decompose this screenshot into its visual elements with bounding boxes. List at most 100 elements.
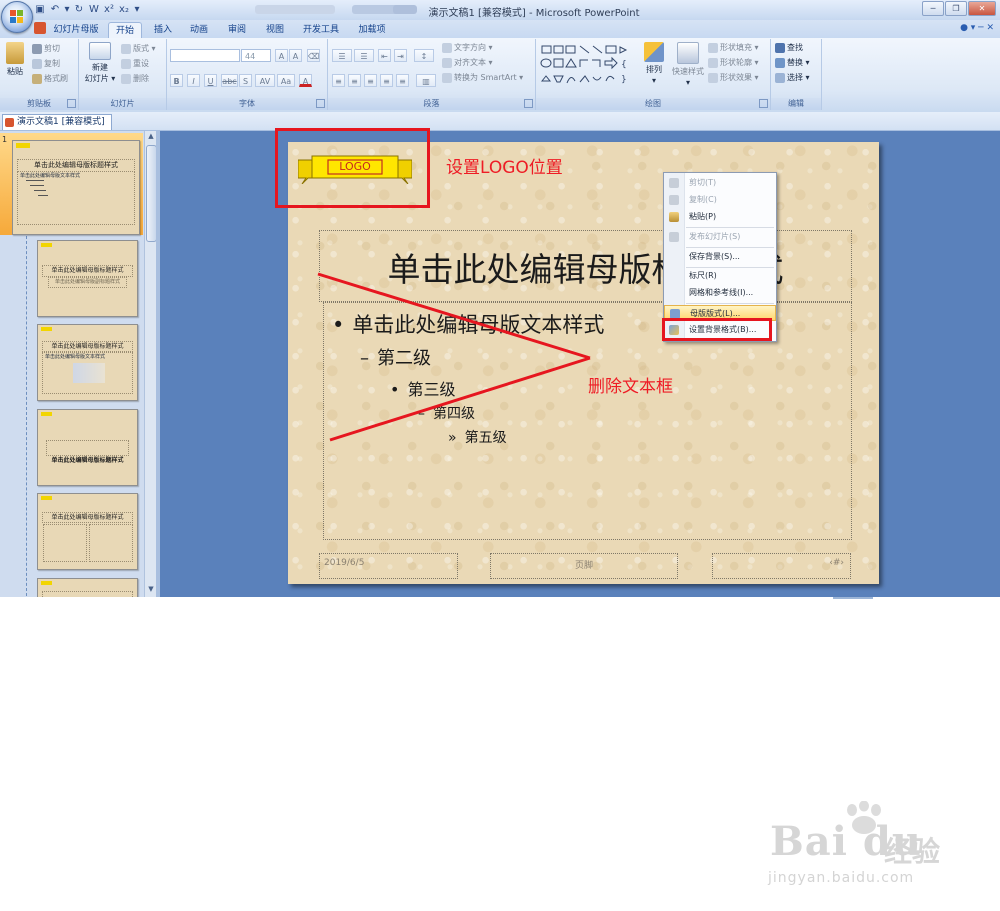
thumbnail-body: 单击此处编辑母版文本样式 — [17, 171, 135, 225]
thumbnail-title: 单击此处编辑母版标题样式 — [42, 341, 133, 352]
bold-button[interactable]: B — [170, 74, 183, 87]
align-text-button[interactable]: 对齐文本 ▾ — [442, 57, 493, 69]
dialog-launcher-icon[interactable] — [316, 99, 325, 108]
columns-button[interactable]: ▥ — [416, 74, 436, 87]
delete-slide-button[interactable]: 删除 — [121, 73, 149, 85]
text-direction-button[interactable]: 文字方向 ▾ — [442, 42, 493, 54]
menu-item-copy[interactable]: 复制(C) — [664, 192, 776, 208]
slide-master-canvas[interactable]: LOGO 单击此处编辑母版标题样式 • 单击此处编辑母版文本样式 – 第二级 • 第三… — [288, 142, 879, 584]
menu-item-ruler[interactable]: 标尺(R) — [664, 268, 776, 284]
new-slide-button[interactable]: 新建 幻灯片 ▾ — [83, 42, 117, 84]
thumbnail-body-text: 单击此处编辑母版文本样式 — [45, 354, 106, 360]
svg-text:{: { — [621, 60, 627, 70]
footer-date: 2019/6/5 — [324, 558, 365, 568]
paste-button[interactable]: 粘贴 — [3, 42, 27, 77]
minimize-button[interactable]: ─ — [922, 1, 944, 16]
dialog-launcher-icon[interactable] — [524, 99, 533, 108]
watermark-url: jingyan.baidu.com — [768, 870, 915, 886]
document-tab[interactable]: 演示文稿1 [兼容模式] — [2, 114, 112, 130]
char-spacing-button[interactable]: AV — [255, 74, 275, 87]
slide-thumbnail[interactable]: 单击此处编辑母版标题样式 — [37, 493, 138, 570]
line-spacing-button[interactable]: ↕ — [414, 49, 434, 62]
justify-button[interactable]: ≡ — [380, 74, 393, 87]
shapes-gallery[interactable]: { } — [540, 43, 636, 89]
tab-view[interactable]: 视图 — [262, 22, 288, 38]
close-button[interactable]: ✕ — [968, 1, 996, 16]
tab-animation[interactable]: 动画 — [186, 22, 212, 38]
menu-item-grid-guides[interactable]: 网格和参考线(I)... — [664, 285, 776, 301]
tab-review[interactable]: 审阅 — [224, 22, 250, 38]
decrease-indent-button[interactable]: ⇤ — [378, 49, 391, 62]
menu-item-save-background[interactable]: 保存背景(S)... — [664, 249, 776, 265]
reset-button[interactable]: 重设 — [121, 58, 149, 70]
thumbnail-line — [34, 190, 46, 191]
tab-slide-master[interactable]: 幻灯片母版 — [50, 22, 102, 38]
smartart-icon — [442, 72, 452, 83]
logo-position-note: 设置LOGO位置 — [446, 158, 563, 178]
copy-button[interactable]: 复制 — [32, 58, 60, 70]
menu-item-publish-slides[interactable]: 发布幻灯片(S) — [664, 229, 776, 245]
slide-thumbnail[interactable] — [37, 578, 138, 597]
office-button[interactable] — [1, 1, 33, 33]
numbering-button[interactable]: ☰ — [354, 49, 374, 62]
font-name-field[interactable] — [170, 49, 240, 62]
layout-button[interactable]: 版式 ▾ — [121, 43, 156, 55]
bullets-button[interactable]: ☰ — [332, 49, 352, 62]
footer-placeholder[interactable]: 页脚 — [490, 553, 678, 579]
clear-format-button[interactable]: ⌫ — [307, 49, 320, 62]
scroll-up-icon[interactable]: ▲ — [146, 132, 156, 142]
slide-thumbnail[interactable]: 单击此处编辑母版标题样式 单击此处编辑母版文本样式 — [12, 140, 140, 235]
date-placeholder[interactable]: 2019/6/5 — [319, 553, 458, 579]
tab-home[interactable]: 开始 — [108, 22, 142, 39]
find-button[interactable]: 查找 — [775, 42, 803, 54]
align-center-button[interactable]: ≡ — [348, 74, 361, 87]
distribute-button[interactable]: ≡ — [396, 74, 409, 87]
cut-button[interactable]: 剪切 — [32, 43, 60, 55]
format-painter-button[interactable]: 格式刷 — [32, 73, 68, 85]
replace-button[interactable]: 替换 ▾ — [775, 57, 810, 69]
dialog-launcher-icon[interactable] — [67, 99, 76, 108]
menu-separator — [686, 247, 774, 248]
underline-button[interactable]: U — [204, 74, 217, 87]
group-font: 44 A A ⌫ B I U abc S AV Aa A 字体 — [167, 39, 328, 110]
dialog-launcher-icon[interactable] — [759, 99, 768, 108]
slide-thumbnail[interactable]: 单击此处编辑母版标题样式 — [37, 409, 138, 486]
tab-addins[interactable]: 加载项 — [355, 22, 389, 38]
shrink-font-button[interactable]: A — [289, 49, 302, 62]
menu-item-cut[interactable]: 剪切(T) — [664, 175, 776, 191]
thumbnail-title — [42, 591, 133, 597]
slide-thumbnail[interactable]: 单击此处编辑母版标题样式 单击此处编辑母版文本样式 — [37, 324, 138, 401]
thumbnail-title: 单击此处编辑母版标题样式 — [42, 512, 133, 523]
change-case-button[interactable]: Aa — [277, 74, 295, 87]
menu-item-paste[interactable]: 粘贴(P) — [664, 209, 776, 225]
quick-styles-button[interactable]: 快速样式 ▾ — [670, 42, 706, 88]
outline-icon — [708, 57, 718, 68]
scroll-down-icon[interactable]: ▼ — [146, 585, 156, 595]
cursor-icon — [775, 72, 785, 83]
tab-developer[interactable]: 开发工具 — [300, 22, 342, 38]
shape-fill-button[interactable]: 形状填充 ▾ — [708, 42, 759, 54]
thumbnail-connector — [26, 231, 28, 597]
help-icon[interactable]: ● ▾ ─ ✕ — [960, 23, 994, 33]
level-1-text: • 单击此处编辑母版文本样式 — [332, 313, 605, 337]
tab-insert[interactable]: 插入 — [150, 22, 176, 38]
slide-thumbnail[interactable]: 单击此处编辑母版标题样式 单击此处编辑母版副标题样式 — [37, 240, 138, 317]
shape-outline-button[interactable]: 形状轮廓 ▾ — [708, 57, 759, 69]
strikethrough-button[interactable]: abc — [221, 74, 238, 87]
arrange-button[interactable]: 排列 ▾ — [640, 42, 668, 86]
font-color-button[interactable]: A — [299, 74, 312, 87]
format-background-highlight — [662, 318, 772, 341]
font-size-field[interactable]: 44 — [241, 49, 271, 62]
align-left-button[interactable]: ≡ — [332, 74, 345, 87]
smartart-button[interactable]: 转换为 SmartArt ▾ — [442, 72, 523, 84]
italic-button[interactable]: I — [187, 74, 200, 87]
slide-number-placeholder[interactable]: ‹#› — [712, 553, 851, 579]
select-button[interactable]: 选择 ▾ — [775, 72, 810, 84]
pane-splitter[interactable] — [156, 131, 160, 597]
shadow-button[interactable]: S — [239, 74, 252, 87]
increase-indent-button[interactable]: ⇥ — [394, 49, 407, 62]
maximize-button[interactable]: ❐ — [945, 1, 967, 16]
align-right-button[interactable]: ≡ — [364, 74, 377, 87]
grow-font-button[interactable]: A — [275, 49, 288, 62]
shape-effects-button[interactable]: 形状效果 ▾ — [708, 72, 759, 84]
